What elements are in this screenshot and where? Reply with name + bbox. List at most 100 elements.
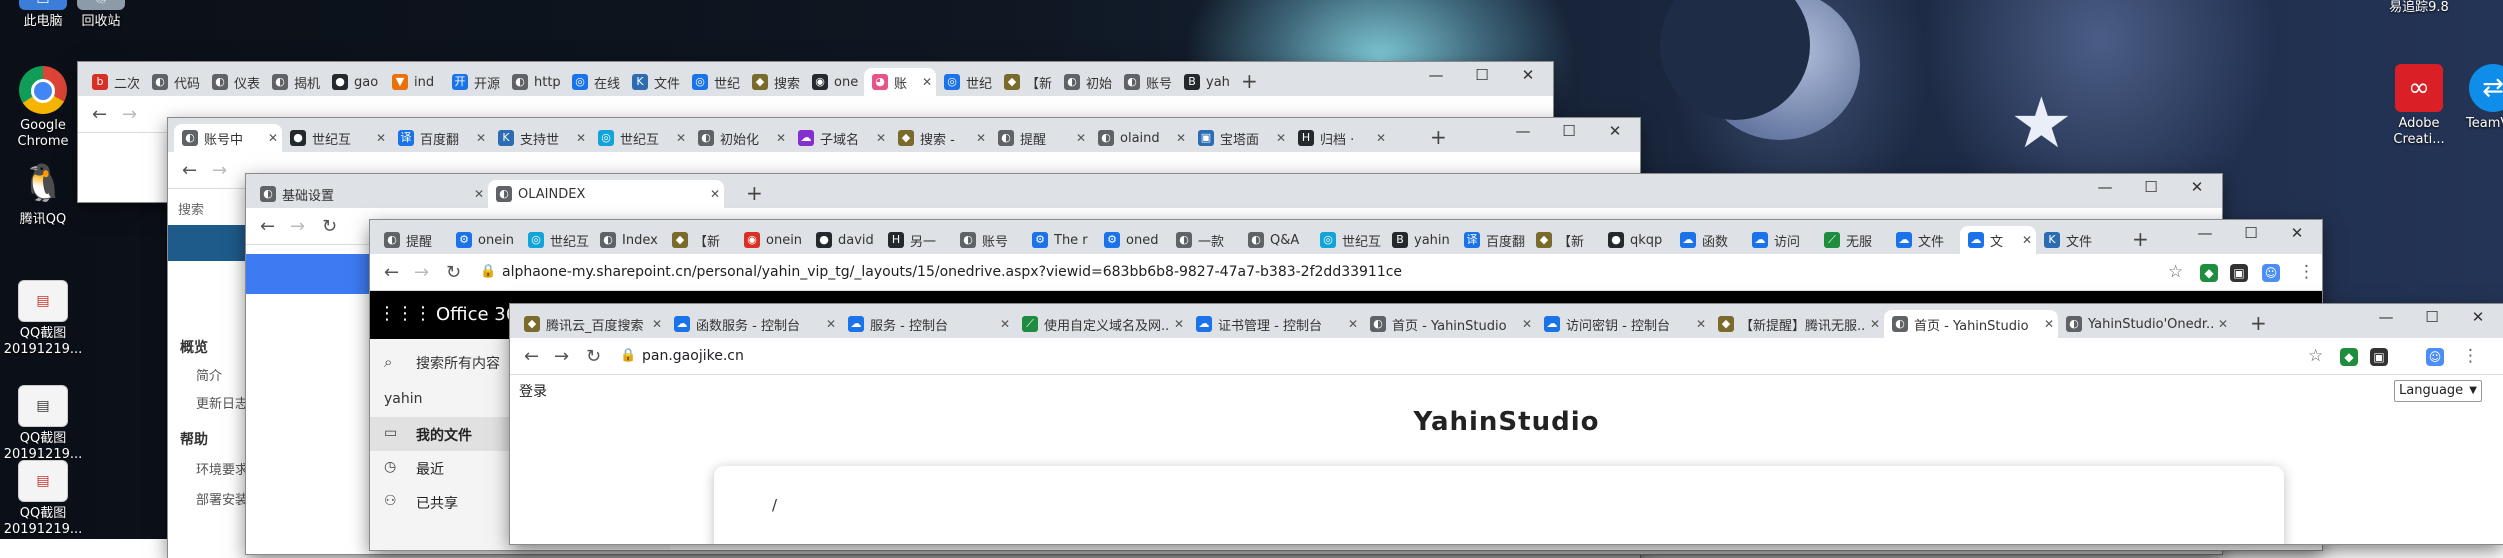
tab-basic-settings[interactable]: ◐ 基础设置 ✕ [252,180,488,208]
minimize-button[interactable]: — [2082,178,2128,196]
maximize-button[interactable]: ☐ [1459,66,1505,84]
close-icon[interactable]: ✕ [1344,317,1362,331]
tab-24[interactable]: K 文件 [2036,226,2108,254]
close-window-button[interactable]: ✕ [1592,122,1638,140]
tab-10[interactable]: ◐ olaind ✕ [1090,124,1190,152]
star-icon[interactable]: ☆ [2168,262,2183,282]
close-icon[interactable]: ✕ [872,131,890,145]
tab-11[interactable]: ◎ 世纪 [684,68,744,96]
close-icon[interactable]: ✕ [2214,317,2232,331]
menu-icon[interactable]: ⋮ [2462,346,2479,366]
close-icon[interactable]: ✕ [648,317,666,331]
close-window-button[interactable]: ✕ [1505,66,1551,84]
tab-5[interactable]: ● gao [324,68,384,96]
maximize-button[interactable]: ☐ [1546,122,1592,140]
tab-1[interactable]: ◆ 腾讯云_百度搜索 ✕ [516,310,666,338]
close-icon[interactable]: ✕ [1072,131,1090,145]
tab-3[interactable]: 译百度翻 ✕ [390,124,490,152]
close-window-button[interactable]: ✕ [2174,178,2220,196]
new-tab-button[interactable]: + [2250,311,2267,335]
tab-7[interactable]: ☁ 访问密钥 - 控制台 ✕ [1536,310,1710,338]
tab-1[interactable]: ◐ 提醒 [376,226,448,254]
forward-button[interactable]: → [414,262,429,283]
tab-1[interactable]: b 二次 [84,68,144,96]
tab-10[interactable]: ⚙ The r [1024,226,1096,254]
tab-6[interactable]: ◐ 首页 - YahinStudio ✕ [1362,310,1536,338]
desktop-icon-chrome[interactable]: Google Chrome [0,66,86,150]
tab-3[interactable]: ◐ 仪表 [204,68,264,96]
desktop-icon-screenshot-1[interactable]: ▤ QQ截图 20191219... [0,280,86,358]
tab-7[interactable]: 开开源 [444,68,504,96]
tab-19[interactable]: ☁ 函数 [1672,226,1744,254]
sidebar-item-intro[interactable]: 简介 [196,365,222,384]
tab-8[interactable]: ◐ http [504,68,564,96]
close-icon[interactable]: ✕ [2018,233,2036,247]
tab-15[interactable]: ◎ 世纪 [936,68,996,96]
tab-16[interactable]: 译百度翻 [1456,226,1528,254]
close-icon[interactable]: ✕ [1866,317,1884,331]
tab-17[interactable]: ◐ 初始 [1056,68,1116,96]
desktop-icon-qq[interactable]: 🐧 腾讯QQ [0,160,86,228]
tab-9[interactable]: ◎ 在线 [564,68,624,96]
extension-shield-icon[interactable]: ◆ [2200,264,2218,282]
close-icon[interactable]: ✕ [996,317,1014,331]
tab-olaindex[interactable]: ◐ OLAINDEX ✕ [488,180,724,208]
tab-4[interactable]: ◐ 揭机 [264,68,324,96]
tab-5[interactable]: ☁ 证书管理 - 控制台 ✕ [1188,310,1362,338]
close-icon[interactable]: ✕ [1172,131,1190,145]
back-button[interactable]: ← [92,104,107,125]
close-icon[interactable]: ✕ [1372,131,1390,145]
tab-12[interactable]: ◐ 一款 [1168,226,1240,254]
tab-19[interactable]: Byah [1176,68,1236,96]
maximize-button[interactable]: ☐ [2128,178,2174,196]
tab-7[interactable]: ☁ 子域名 ✕ [790,124,890,152]
extension-shield-icon[interactable]: ◆ [2340,348,2358,366]
back-button[interactable]: ← [384,262,399,283]
tab-1[interactable]: ◐ 账号中 ✕ [174,124,282,152]
tab-16[interactable]: ◆ 【新 [996,68,1056,96]
tab-12[interactable]: H 归档 · ✕ [1290,124,1390,152]
maximize-button[interactable]: ☐ [2228,224,2274,242]
tab-22[interactable]: ☁ 文件 [1888,226,1960,254]
tab-11[interactable]: ▣ 宝塔面 ✕ [1190,124,1290,152]
reload-button[interactable]: ↻ [586,346,601,367]
desktop-icon-app[interactable]: 易追踪9.8 [2376,0,2462,16]
close-icon[interactable]: ✕ [1692,317,1710,331]
sidebar-item-requirements[interactable]: 环境要求 [196,459,248,478]
new-tab-button[interactable]: + [746,181,763,205]
forward-button[interactable]: → [290,216,305,237]
tab-2[interactable]: ⚙ onein [448,226,520,254]
desktop-icon-screenshot-3[interactable]: ▤ QQ截图 20191219... [0,460,86,538]
desktop-icon-screenshot-2[interactable]: ▤ QQ截图 20191219... [0,385,86,463]
forward-button[interactable]: → [122,104,137,125]
close-icon[interactable]: ✕ [2040,317,2058,331]
breadcrumb-path[interactable]: / [772,496,777,514]
tab-9[interactable]: ◐ 首页 - YahinStudio ✕ [1884,310,2058,338]
minimize-button[interactable]: — [1500,122,1546,140]
tab-15[interactable]: Byahin [1384,226,1456,254]
tab-10[interactable]: ◐ YahinStudio'Onedr... ✕ [2058,310,2232,338]
desktop-icon-teamviewer[interactable]: ⇄ TeamV... [2450,64,2503,132]
tab-23[interactable]: ☁ 文 ✕ [1960,226,2036,254]
tab-2[interactable]: ◐ 代码 [144,68,204,96]
reload-button[interactable]: ↻ [322,216,337,237]
close-icon[interactable]: ✕ [972,131,990,145]
language-select[interactable]: Language ▼ [2394,380,2482,402]
sidebar-item-install[interactable]: 部署安装 [196,489,248,508]
tab-13[interactable]: ◐ Q&A [1240,226,1312,254]
sidebar-item-changelog[interactable]: 更新日志 [196,393,248,412]
tab-14[interactable]: ◎ 世纪互 [1312,226,1384,254]
tab-12[interactable]: ◆ 搜索 [744,68,804,96]
tab-9[interactable]: ◐ 账号 [952,226,1024,254]
address-bar[interactable]: alphaone-my.sharepoint.cn/personal/yahin… [502,264,1402,280]
close-window-button[interactable]: ✕ [2274,224,2320,242]
tab-21[interactable]: ⟋ 无服 [1816,226,1888,254]
search-input[interactable]: 搜索所有内容 [416,353,500,373]
address-bar[interactable]: pan.gaojike.cn [642,348,744,364]
forward-button[interactable]: → [554,346,569,367]
star-icon[interactable]: ☆ [2308,346,2323,366]
close-icon[interactable]: ✕ [1518,317,1536,331]
profile-avatar-icon[interactable]: ☺ [2262,264,2280,282]
close-icon[interactable]: ✕ [372,131,390,145]
tab-11[interactable]: ⚙ oned [1096,226,1168,254]
